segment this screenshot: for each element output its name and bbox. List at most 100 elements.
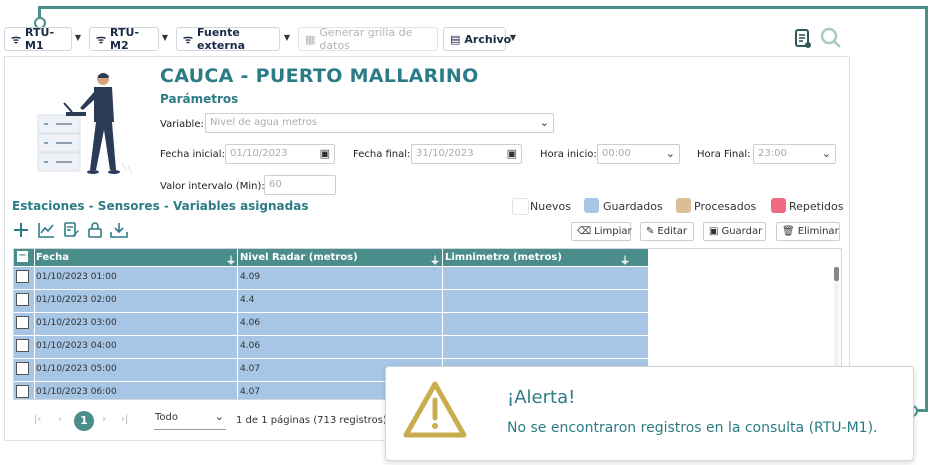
first-page-icon[interactable]: |‹: [34, 414, 41, 425]
cell-fecha: 01/10/2023 02:00: [36, 295, 117, 305]
row-checkbox[interactable]: [16, 316, 29, 329]
chevron-down-icon: ⌄: [539, 116, 549, 129]
pager-summary: 1 de 1 páginas (713 registros): [236, 415, 387, 426]
filter-icon[interactable]: ⏚: [430, 252, 440, 267]
table-row[interactable]: 01/10/2023 01:00 4.09: [14, 267, 648, 290]
hora-inicio-label: Hora inicio:: [540, 149, 597, 160]
legend-swatch-guardados: [584, 198, 599, 213]
server-person-illustration: [36, 70, 136, 182]
chart-icon[interactable]: [38, 222, 55, 242]
alert-message: No se encontraron registros en la consul…: [507, 420, 878, 436]
editar-button[interactable]: ✎ Editar: [640, 222, 694, 241]
variable-label: Variable:: [160, 119, 204, 130]
rtu-m2-button[interactable]: ᯤ RTU-M2: [89, 26, 159, 52]
cell-radar: 4.07: [240, 387, 261, 397]
grid-header: − Fecha ⏚ Nivel Radar (metros) ⏚ Limnime…: [14, 249, 648, 267]
warning-icon: [403, 380, 467, 440]
eliminar-button[interactable]: 🗑 Eliminar: [776, 222, 840, 241]
legend-label: Procesados: [694, 200, 757, 213]
hora-inicio-select[interactable]: 00:00 ⌄: [597, 144, 680, 164]
trash-icon: 🗑: [782, 226, 795, 237]
alert-dialog: ¡Alerta! No se encontraron registros en …: [385, 366, 914, 461]
fecha-inicial-label: Fecha inicial:: [160, 149, 225, 160]
fecha-final-label: Fecha final:: [353, 149, 411, 160]
legend-swatch-repetidos: [771, 198, 786, 213]
connector-line: [38, 6, 928, 9]
row-checkbox[interactable]: [16, 385, 29, 398]
legend-swatch-procesados: [676, 198, 691, 213]
chevron-down-icon: ⌄: [214, 410, 224, 423]
chevron-down-icon[interactable]: ▼: [160, 33, 170, 43]
legend-label: Nuevos: [530, 200, 571, 213]
chevron-down-icon[interactable]: ▼: [73, 33, 83, 43]
next-page-icon[interactable]: ›: [102, 414, 106, 425]
fecha-inicial-field[interactable]: 01/10/2023 ▣: [225, 144, 335, 164]
select-all-checkbox[interactable]: −: [17, 251, 28, 262]
chevron-down-icon[interactable]: ▼: [282, 33, 292, 43]
rtu-m1-button[interactable]: ᯤ RTU-M1: [4, 26, 72, 52]
page-title: CAUCA - PUERTO MALLARINO: [160, 65, 479, 87]
legend-label: Guardados: [603, 200, 663, 213]
legend-label: Repetidos: [789, 200, 844, 213]
last-page-icon[interactable]: ›|: [121, 414, 128, 425]
cell-fecha: 01/10/2023 05:00: [36, 364, 117, 374]
filter-icon[interactable]: ⏚: [226, 252, 236, 267]
generar-grilla-button[interactable]: ▦ Generar grilla de datos: [298, 26, 438, 52]
page-size-select[interactable]: Todo ⌄: [154, 410, 226, 430]
row-checkbox[interactable]: [16, 270, 29, 283]
report-icon[interactable]: [794, 28, 812, 50]
hora-final-label: Hora Final:: [697, 149, 751, 160]
fecha-final-field[interactable]: 31/10/2023 ▣: [411, 144, 522, 164]
fuente-externa-button[interactable]: ᯤ Fuente externa: [176, 26, 280, 52]
column-header-fecha[interactable]: Fecha: [36, 252, 69, 263]
table-icon: ▦: [305, 32, 316, 46]
chevron-down-icon: ⌄: [821, 147, 831, 160]
row-checkbox[interactable]: [16, 293, 29, 306]
chevron-down-icon[interactable]: ▼: [508, 33, 518, 43]
hora-final-select[interactable]: 23:00 ⌄: [753, 144, 836, 164]
eraser-icon: ⌫: [577, 226, 592, 237]
table-row[interactable]: 01/10/2023 02:00 4.4: [14, 290, 648, 313]
grid-scroll-thumb[interactable]: [834, 267, 839, 281]
intervalo-label: Valor intervalo (Min):: [160, 181, 265, 192]
cell-radar: 4.09: [240, 272, 261, 282]
guardar-button[interactable]: ▣ Guardar: [703, 222, 766, 241]
pencil-icon: ✎: [646, 226, 655, 237]
rss-icon: ᯤ: [183, 32, 194, 46]
cell-radar: 4.07: [240, 364, 261, 374]
rss-icon: ᯤ: [96, 32, 107, 46]
limpiar-button[interactable]: ⌫ Limpiar: [571, 222, 632, 241]
section-title: Estaciones - Sensores - Variables asigna…: [12, 199, 309, 213]
table-row[interactable]: 01/10/2023 03:00 4.06: [14, 313, 648, 336]
cell-fecha: 01/10/2023 03:00: [36, 318, 117, 328]
table-row[interactable]: 01/10/2023 04:00 4.06: [14, 336, 648, 359]
cell-fecha: 01/10/2023 04:00: [36, 341, 117, 351]
current-page[interactable]: 1: [74, 411, 94, 431]
calendar-icon[interactable]: ▣: [320, 147, 330, 160]
legend-swatch-nuevos: [512, 198, 529, 215]
cell-fecha: 01/10/2023 01:00: [36, 272, 117, 282]
download-icon[interactable]: [110, 222, 128, 242]
column-header-limnimetro[interactable]: Limnimetro (metros): [445, 252, 562, 263]
cell-radar: 4.4: [240, 295, 255, 305]
row-checkbox[interactable]: [16, 362, 29, 375]
column-divider: [34, 249, 35, 399]
rss-icon: ᯤ: [11, 32, 22, 46]
row-checkbox[interactable]: [16, 339, 29, 352]
column-divider: [237, 249, 238, 399]
search-icon[interactable]: [820, 27, 842, 49]
prev-page-icon[interactable]: ‹: [58, 414, 62, 425]
add-icon[interactable]: [13, 222, 29, 242]
lock-icon[interactable]: [88, 222, 102, 242]
intervalo-field[interactable]: 60: [264, 175, 336, 195]
chevron-down-icon: ⌄: [665, 147, 675, 160]
archivo-button[interactable]: ▤ Archivo: [443, 27, 511, 51]
filter-icon[interactable]: ⏚: [620, 252, 630, 267]
document-edit-icon[interactable]: [63, 222, 79, 242]
calendar-icon[interactable]: ▣: [507, 147, 517, 160]
section-subtitle: Parámetros: [160, 92, 239, 106]
cell-radar: 4.06: [240, 318, 261, 328]
alert-title: ¡Alerta!: [507, 387, 576, 408]
variable-select[interactable]: Nivel de agua metros ⌄: [205, 113, 554, 133]
column-header-nivel-radar[interactable]: Nivel Radar (metros): [240, 252, 358, 263]
